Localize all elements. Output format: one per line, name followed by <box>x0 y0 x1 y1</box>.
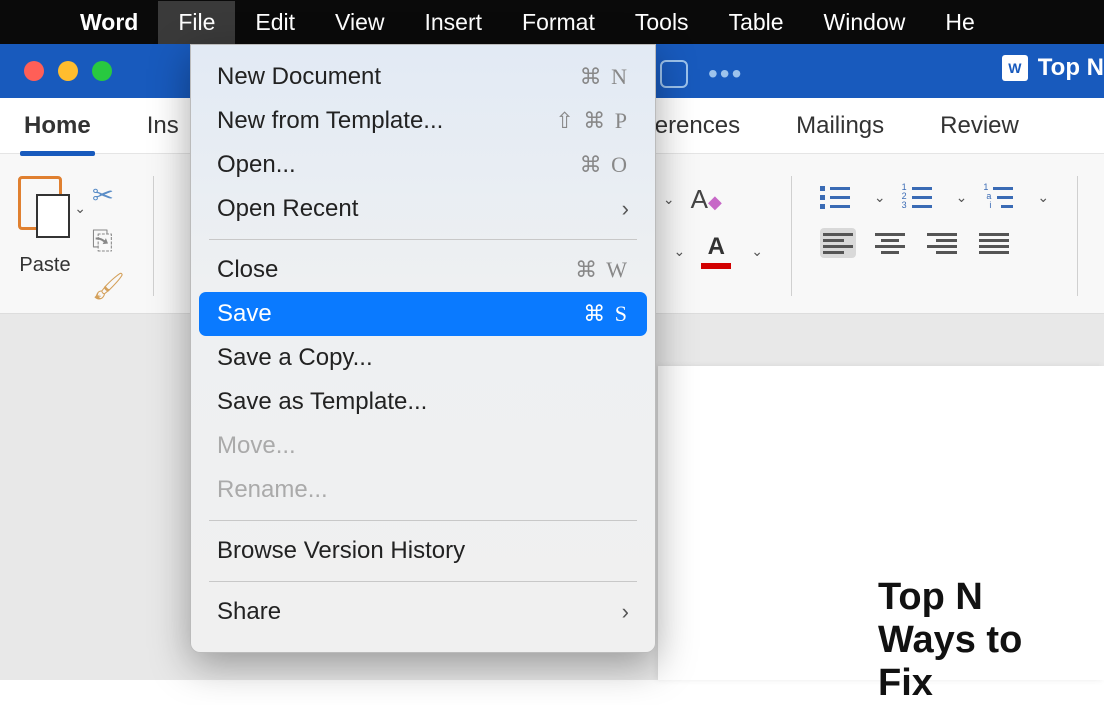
clear-formatting-button[interactable]: A◆ <box>691 184 722 215</box>
menu-separator <box>209 520 637 521</box>
menubar-tools[interactable]: Tools <box>615 1 709 44</box>
menu-save-a-copy[interactable]: Save a Copy... <box>191 336 655 380</box>
tab-home[interactable]: Home <box>20 104 95 148</box>
menu-open-recent[interactable]: Open Recent › <box>191 187 655 231</box>
menubar-insert[interactable]: Insert <box>404 1 502 44</box>
more-options-icon[interactable]: ••• <box>708 58 743 90</box>
chevron-down-icon[interactable]: ⌄ <box>751 243 763 260</box>
document-title: Top N <box>1038 54 1104 82</box>
chevron-right-icon: › <box>622 196 629 222</box>
tab-insert[interactable]: Ins <box>143 104 183 148</box>
word-doc-icon: W <box>1002 55 1028 81</box>
menu-separator <box>209 581 637 582</box>
close-window-button[interactable] <box>24 61 44 81</box>
chevron-down-icon[interactable]: ⌄ <box>1037 189 1049 206</box>
align-right-button[interactable] <box>924 228 960 258</box>
align-center-button[interactable] <box>872 228 908 258</box>
menu-move: Move... <box>191 424 655 468</box>
menubar-table[interactable]: Table <box>709 1 804 44</box>
letter-a-icon: A <box>708 233 725 261</box>
document-heading[interactable]: Top N Ways to Fix <box>878 576 1084 705</box>
mac-menubar: Word File Edit View Insert Format Tools … <box>0 0 1104 44</box>
document-page[interactable]: Top N Ways to Fix <box>658 366 1104 680</box>
bullet-list-button[interactable] <box>820 184 854 210</box>
cut-icon[interactable]: ✂ <box>92 180 125 211</box>
chevron-down-icon[interactable]: ⌄ <box>663 191 675 208</box>
menubar-app-name[interactable]: Word <box>60 1 158 44</box>
menu-save[interactable]: Save ⌘ S <box>199 292 647 336</box>
menu-close[interactable]: Close ⌘ W <box>191 248 655 292</box>
menu-open[interactable]: Open... ⌘ O <box>191 143 655 187</box>
maximize-window-button[interactable] <box>92 61 112 81</box>
paper-icon <box>36 194 70 238</box>
traffic-lights <box>24 61 112 81</box>
font-color-bar <box>701 263 731 269</box>
tab-review[interactable]: Review <box>936 104 1023 148</box>
chevron-down-icon[interactable]: ⌄ <box>956 189 968 206</box>
chevron-right-icon: › <box>622 599 629 625</box>
multilevel-list-button[interactable]: 1 a i <box>983 184 1017 210</box>
chevron-down-icon[interactable]: ⌄ <box>874 189 886 206</box>
tab-mailings[interactable]: Mailings <box>792 104 888 148</box>
paste-group: ⌄ Paste <box>18 166 72 277</box>
align-justify-button[interactable] <box>976 228 1012 258</box>
menubar-help[interactable]: He <box>925 1 994 44</box>
menu-share[interactable]: Share › <box>191 590 655 634</box>
sync-icon[interactable] <box>660 60 688 88</box>
menubar-edit[interactable]: Edit <box>235 1 315 44</box>
menu-save-as-template[interactable]: Save as Template... <box>191 380 655 424</box>
file-menu-dropdown: New Document ⌘ N New from Template... ⇧ … <box>190 44 656 653</box>
align-left-button[interactable] <box>820 228 856 258</box>
menubar-view[interactable]: View <box>315 1 404 44</box>
menu-rename: Rename... <box>191 468 655 512</box>
chevron-down-icon[interactable]: ⌄ <box>74 200 86 217</box>
paragraph-group: ⌄ 1 2 3 ⌄ 1 a i ⌄ <box>820 184 1049 258</box>
menubar-format[interactable]: Format <box>502 1 615 44</box>
clipboard-tools: ✂ ⎘ 🖌 <box>92 180 125 302</box>
ribbon-separator <box>153 176 154 296</box>
menu-browse-version-history[interactable]: Browse Version History <box>191 529 655 573</box>
paste-button[interactable]: ⌄ <box>18 176 72 240</box>
numbered-list-button[interactable]: 1 2 3 <box>902 184 936 210</box>
ribbon-separator <box>791 176 792 296</box>
menu-separator <box>209 239 637 240</box>
font-color-button[interactable]: A <box>701 233 731 269</box>
menu-new-document[interactable]: New Document ⌘ N <box>191 55 655 99</box>
minimize-window-button[interactable] <box>58 61 78 81</box>
chevron-down-icon[interactable]: ⌄ <box>674 243 686 260</box>
menu-new-from-template[interactable]: New from Template... ⇧ ⌘ P <box>191 99 655 143</box>
format-painter-icon[interactable]: 🖌 <box>92 271 125 302</box>
document-title-area: W Top N <box>1002 54 1104 82</box>
copy-icon[interactable]: ⎘ <box>92 225 125 257</box>
ribbon-separator <box>1077 176 1078 296</box>
menubar-window[interactable]: Window <box>804 1 926 44</box>
paste-label: Paste <box>19 254 70 277</box>
menubar-file[interactable]: File <box>158 1 235 44</box>
